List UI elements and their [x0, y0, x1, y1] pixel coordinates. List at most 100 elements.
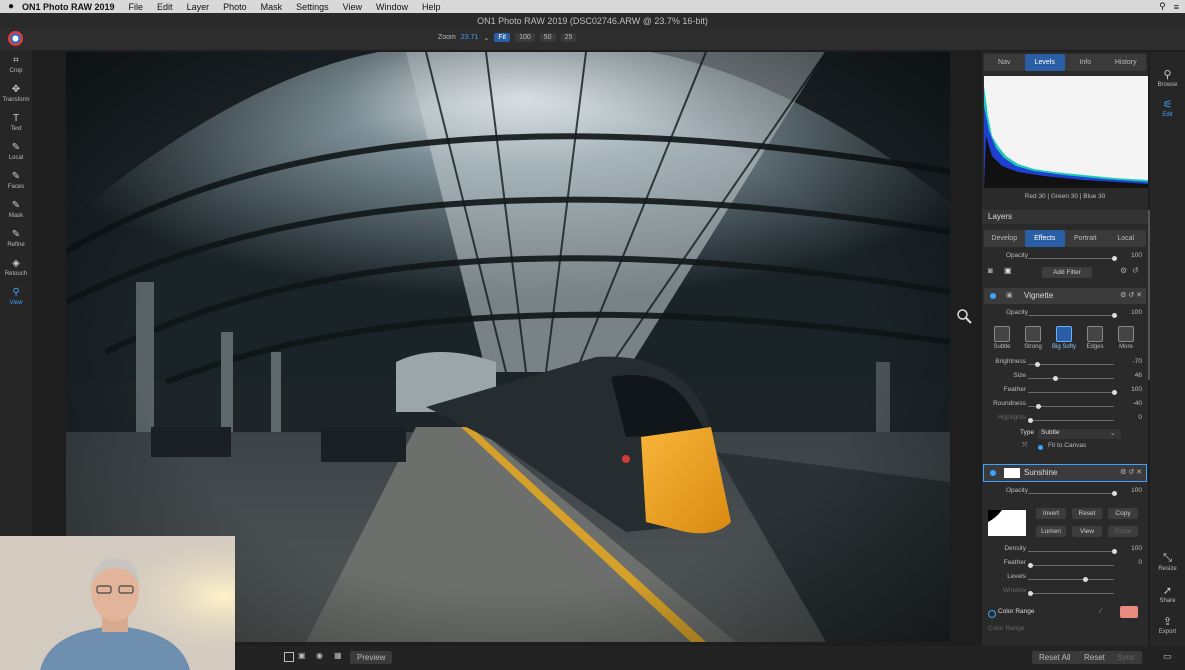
menu-settings[interactable]: Settings	[296, 2, 329, 12]
slider-knob[interactable]	[1028, 591, 1033, 596]
vignette-size-slider[interactable]	[1028, 378, 1114, 379]
sunshine-density-slider[interactable]	[1028, 551, 1114, 552]
color-range-radio[interactable]	[988, 610, 996, 618]
tool-transform[interactable]: ✥ Transform	[0, 79, 32, 108]
reset-button[interactable]: Reset	[1077, 651, 1112, 664]
mask-view-icon[interactable]: ◉	[316, 651, 323, 660]
tool-refine[interactable]: ✎ Refine	[0, 224, 32, 253]
sunshine-filter-header[interactable]: Sunshine ⚙ ↺ ✕	[983, 464, 1147, 482]
tool-text[interactable]: T Text	[0, 108, 32, 137]
menu-photo[interactable]: Photo	[223, 2, 247, 12]
preset-more[interactable]: More	[1112, 326, 1140, 350]
tool-retouch[interactable]: ◈ Retouch	[0, 253, 32, 282]
module-edit[interactable]: ⚟ Edit	[1150, 98, 1185, 118]
slider-knob[interactable]	[1053, 376, 1058, 381]
eyedropper-icon[interactable]: ⁄	[1100, 608, 1101, 615]
vignette-feather-slider[interactable]	[1028, 392, 1114, 393]
slider-knob[interactable]	[1035, 362, 1040, 367]
view-mask-button[interactable]: View	[1072, 526, 1102, 537]
zoom-50-button[interactable]: 50	[539, 33, 556, 42]
reset-mask-button[interactable]: Reset	[1072, 508, 1102, 519]
filter-mask-thumbnail[interactable]	[1004, 468, 1020, 478]
opacity-slider-knob[interactable]	[1112, 256, 1117, 261]
add-filter-button[interactable]: Add Filter	[1042, 267, 1092, 278]
panel-toggle-icon[interactable]: ▭	[1163, 651, 1172, 662]
vignette-brightness-slider[interactable]	[1028, 364, 1114, 365]
menu-help[interactable]: Help	[422, 2, 441, 12]
menu-layer[interactable]: Layer	[187, 2, 210, 12]
preset-strong[interactable]: Strong	[1019, 326, 1047, 350]
lumen-button[interactable]: Lumen	[1036, 526, 1066, 537]
menu-file[interactable]: File	[129, 2, 144, 12]
vignette-highlights-slider[interactable]	[1028, 420, 1114, 421]
tab-info[interactable]: Info	[1065, 54, 1106, 71]
sunshine-window-slider[interactable]	[1028, 593, 1114, 594]
menu-window[interactable]: Window	[376, 2, 408, 12]
sunshine-feather-slider[interactable]	[1028, 565, 1114, 566]
tab-portrait[interactable]: Portrait	[1065, 230, 1106, 247]
zoom-25-button[interactable]: 25	[560, 33, 577, 42]
slider-knob[interactable]	[1028, 563, 1033, 568]
slider-knob[interactable]	[1083, 577, 1088, 582]
apple-icon[interactable]: ●	[0, 1, 22, 12]
preview-button[interactable]: Preview	[350, 651, 393, 664]
menu-app-name[interactable]: ON1 Photo RAW 2019	[22, 2, 115, 12]
compare-icon[interactable]	[284, 652, 294, 662]
tool-faces[interactable]: ✎ Faces	[0, 166, 32, 195]
tab-nav[interactable]: Nav	[984, 54, 1025, 71]
tab-history[interactable]: History	[1106, 54, 1147, 71]
crosshair-icon[interactable]: ⤧	[1022, 442, 1027, 450]
chevron-down-icon[interactable]: ⌄	[1110, 429, 1115, 437]
module-browse[interactable]: ⚲ Browse	[1150, 68, 1185, 88]
menu-edit[interactable]: Edit	[157, 2, 173, 12]
tab-levels[interactable]: Levels	[1024, 54, 1065, 71]
tool-local[interactable]: ✎ Local	[0, 137, 32, 166]
slider-knob[interactable]	[1028, 418, 1033, 423]
filter-enabled-icon[interactable]	[990, 470, 996, 476]
tab-develop[interactable]: Develop	[984, 230, 1025, 247]
slider-knob[interactable]	[1112, 549, 1117, 554]
menu-view[interactable]: View	[343, 2, 362, 12]
zoom-fit-button[interactable]: Fit	[494, 33, 511, 42]
layers-header[interactable]: Layers	[982, 210, 1148, 224]
slider-knob[interactable]	[1112, 491, 1117, 496]
preset-edges[interactable]: Edges	[1081, 326, 1109, 350]
preset-subtle[interactable]: Subtle	[988, 326, 1016, 350]
reset-all-button[interactable]: Reset All	[1032, 651, 1078, 664]
camera-icon[interactable]: ◙	[988, 266, 993, 275]
color-range-swatch[interactable]	[1120, 606, 1138, 618]
filter-mask-icon[interactable]: ▣	[1006, 288, 1013, 304]
tool-crop[interactable]: ⌗ Crop	[0, 50, 32, 79]
tool-view[interactable]: ⚲ View	[0, 282, 32, 311]
filter-enabled-icon[interactable]	[990, 293, 996, 299]
copy-mask-button[interactable]: Copy	[1108, 508, 1138, 519]
fit-to-canvas-radio[interactable]	[1038, 445, 1043, 450]
slider-knob[interactable]	[1112, 313, 1117, 318]
sunshine-opacity-slider[interactable]	[1028, 493, 1114, 494]
filter-controls-icon[interactable]: ⚙ ↺ ✕	[1120, 465, 1142, 481]
preset-big-softy[interactable]: Big Softy	[1050, 326, 1078, 350]
type-select[interactable]: Subtle	[1038, 429, 1121, 439]
slider-knob[interactable]	[1112, 390, 1117, 395]
zoom-chevron-icon[interactable]: ⌄	[483, 34, 489, 42]
gear-icon[interactable]: ⚙	[1120, 266, 1127, 275]
ab-icon[interactable]: ▣	[298, 651, 306, 660]
module-export[interactable]: ⇪ Export	[1150, 615, 1185, 635]
reset-icon[interactable]: ↺	[1132, 266, 1139, 275]
zoom-value-field[interactable]: 23.71	[461, 34, 479, 41]
vignette-opacity-slider[interactable]	[1028, 315, 1114, 316]
menu-mask[interactable]: Mask	[261, 2, 283, 12]
paste-mask-button[interactable]: Paste	[1108, 526, 1138, 537]
mask-icon[interactable]: ▣	[1004, 266, 1012, 275]
filter-controls-icon[interactable]: ⚙ ↺ ✕	[1120, 288, 1142, 304]
tool-mask[interactable]: ✎ Mask	[0, 195, 32, 224]
sunshine-levels-slider[interactable]	[1028, 579, 1114, 580]
zoom-100-button[interactable]: 100	[515, 33, 535, 42]
tab-local[interactable]: Local	[1106, 230, 1147, 247]
grid-icon[interactable]: ▦	[334, 651, 342, 660]
slider-knob[interactable]	[1036, 404, 1041, 409]
invert-mask-button[interactable]: Invert	[1036, 508, 1066, 519]
menu-list-icon[interactable]: ≡	[1174, 2, 1179, 12]
vignette-filter-header[interactable]: ▣ Vignette ⚙ ↺ ✕	[984, 288, 1146, 304]
mask-thumbnail[interactable]	[988, 510, 1026, 536]
